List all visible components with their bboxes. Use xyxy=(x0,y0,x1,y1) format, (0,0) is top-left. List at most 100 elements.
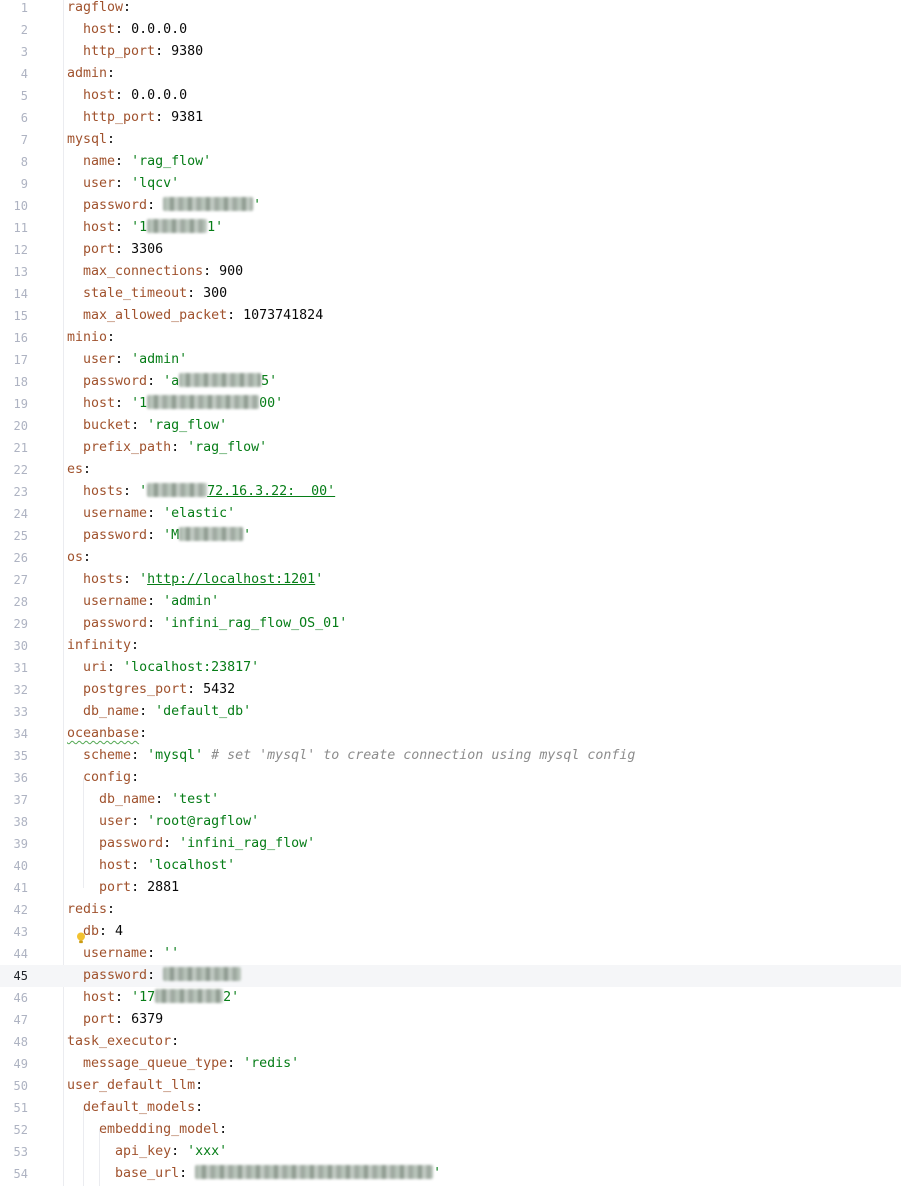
yaml-string: '17 xyxy=(131,990,156,1005)
line-content: host: 0.0.0.0 xyxy=(67,85,187,107)
yaml-key: name xyxy=(83,154,116,169)
lightbulb-icon[interactable] xyxy=(76,932,86,944)
code-line[interactable]: 30 infinity: xyxy=(0,635,901,657)
code-line[interactable]: 52 embedding_model: xyxy=(0,1119,901,1141)
code-line[interactable]: 5 host: 0.0.0.0 xyxy=(0,85,901,107)
line-number: 11 xyxy=(13,221,28,235)
code-line[interactable]: 18 password: 'a 5' xyxy=(0,371,901,393)
code-line[interactable]: 4 admin: xyxy=(0,63,901,85)
line-content: max_connections: 900 xyxy=(67,261,243,283)
url-link[interactable]: http://localhost:1201 xyxy=(147,572,315,587)
code-line[interactable]: 39 password: 'infini_rag_flow' xyxy=(0,833,901,855)
line-number: 53 xyxy=(13,1145,28,1159)
separator: : xyxy=(83,550,92,565)
code-line[interactable]: 26 os: xyxy=(0,547,901,569)
code-line[interactable]: 6 http_port: 9381 xyxy=(0,107,901,129)
code-line[interactable]: 35 scheme: 'mysql' # set 'mysql' to crea… xyxy=(0,745,901,767)
code-line[interactable]: 29 password: 'infini_rag_flow_OS_01' xyxy=(0,613,901,635)
code-line[interactable]: 25 password: 'M ' xyxy=(0,525,901,547)
code-line[interactable]: 12 port: 3306 xyxy=(0,239,901,261)
code-line[interactable]: 50 user_default_llm: xyxy=(0,1075,901,1097)
code-line[interactable]: 14 stale_timeout: 300 xyxy=(0,283,901,305)
yaml-string: ' xyxy=(315,572,324,587)
line-content: message_queue_type: 'redis' xyxy=(67,1053,299,1075)
code-line[interactable]: 37 db_name: 'test' xyxy=(0,789,901,811)
yaml-key: os xyxy=(67,550,84,565)
code-line[interactable]: 40 host: 'localhost' xyxy=(0,855,901,877)
separator: : xyxy=(107,132,116,147)
yaml-key: password xyxy=(83,528,148,543)
code-line[interactable]: 7 mysql: xyxy=(0,129,901,151)
code-line[interactable]: 53 api_key: 'xxx' xyxy=(0,1141,901,1163)
separator: : xyxy=(227,1056,244,1071)
code-line[interactable]: 38 user: 'root@ragflow' xyxy=(0,811,901,833)
line-number: 14 xyxy=(13,287,28,301)
code-line[interactable]: 24 username: 'elastic' xyxy=(0,503,901,525)
code-line[interactable]: 51 default_models: xyxy=(0,1097,901,1119)
code-line[interactable]: 34 oceanbase: xyxy=(0,723,901,745)
code-line[interactable]: 48 task_executor: xyxy=(0,1031,901,1053)
line-content: uri: 'localhost:23817' xyxy=(67,657,259,679)
yaml-string: ' xyxy=(243,528,252,543)
yaml-key: mysql xyxy=(67,132,108,147)
code-line[interactable]: 44 username: '' xyxy=(0,943,901,965)
line-number: 48 xyxy=(13,1035,28,1049)
code-line[interactable]: 28 username: 'admin' xyxy=(0,591,901,613)
code-line[interactable]: 16 minio: xyxy=(0,327,901,349)
code-line[interactable]: 54 base_url: ' xyxy=(0,1163,901,1185)
code-line[interactable]: 43 db: 4 xyxy=(0,921,901,943)
line-number: 39 xyxy=(13,837,28,851)
yaml-string: 'admin' xyxy=(163,594,220,609)
line-content: postgres_port: 5432 xyxy=(67,679,235,701)
code-line[interactable]: 23 hosts: ' 72.16.3.22: 00' xyxy=(0,481,901,503)
code-line[interactable]: 47 port: 6379 xyxy=(0,1009,901,1031)
code-line[interactable]: 8 name: 'rag_flow' xyxy=(0,151,901,173)
code-line[interactable]: 46 host: '17 2' xyxy=(0,987,901,1009)
yaml-number: 300 xyxy=(203,286,228,301)
code-line[interactable]: 21 prefix_path: 'rag_flow' xyxy=(0,437,901,459)
code-line[interactable]: 13 max_connections: 900 xyxy=(0,261,901,283)
code-line[interactable]: 27 hosts: 'http://localhost:1201' xyxy=(0,569,901,591)
yaml-key: username xyxy=(83,946,148,961)
code-line[interactable]: 49 message_queue_type: 'redis' xyxy=(0,1053,901,1075)
code-line[interactable]: 11 host: '1 1' xyxy=(0,217,901,239)
code-line[interactable]: 3 http_port: 9380 xyxy=(0,41,901,63)
yaml-string: 'localhost:23817' xyxy=(123,660,260,675)
code-line[interactable]: 17 user: 'admin' xyxy=(0,349,901,371)
code-line[interactable]: 19 host: '1 00' xyxy=(0,393,901,415)
code-line[interactable]: 45 password: xyxy=(0,965,901,987)
code-editor[interactable]: 1 ragflow: 2 host: 0.0.0.0 3 http_port: 938… xyxy=(0,0,901,1186)
separator: : xyxy=(115,154,132,169)
code-line[interactable]: 22 es: xyxy=(0,459,901,481)
redacted-value xyxy=(195,1165,434,1179)
code-line[interactable]: 31 uri: 'localhost:23817' xyxy=(0,657,901,679)
code-line[interactable]: 33 db_name: 'default_db' xyxy=(0,701,901,723)
separator: : xyxy=(115,352,132,367)
yaml-string: 'test' xyxy=(171,792,220,807)
code-line[interactable]: 36 config: xyxy=(0,767,901,789)
code-line[interactable]: 42 redis: xyxy=(0,899,901,921)
line-number: 46 xyxy=(13,991,28,1005)
line-content: embedding_model: xyxy=(67,1119,227,1141)
code-line[interactable]: 41 port: 2881 xyxy=(0,877,901,899)
code-line[interactable]: 20 bucket: 'rag_flow' xyxy=(0,415,901,437)
code-line[interactable]: 9 user: 'lqcv' xyxy=(0,173,901,195)
separator: : xyxy=(147,374,164,389)
code-line[interactable]: 2 host: 0.0.0.0 xyxy=(0,19,901,41)
separator: : xyxy=(131,638,140,653)
code-line[interactable]: 1 ragflow: xyxy=(0,0,901,19)
code-line[interactable]: 10 password: ' xyxy=(0,195,901,217)
code-line[interactable]: 15 max_allowed_packet: 1073741824 xyxy=(0,305,901,327)
separator: : xyxy=(155,792,172,807)
yaml-number: 3306 xyxy=(131,242,164,257)
code-line[interactable]: 32 postgres_port: 5432 xyxy=(0,679,901,701)
